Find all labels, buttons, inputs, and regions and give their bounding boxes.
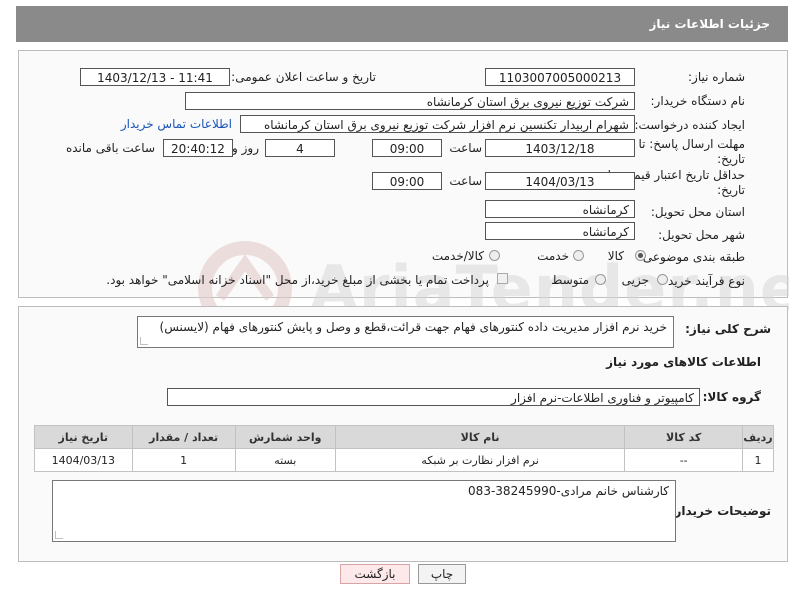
- category-option-goods: کالا: [607, 249, 624, 263]
- description-text: خرید نرم افزار مدیریت داده کنتورهای فهام…: [159, 320, 667, 334]
- buyer-notes-text: کارشناس خانم مرادی-38245990-083: [468, 484, 669, 498]
- province-field: کرمانشاه: [485, 200, 635, 218]
- table-row: 1 -- نرم افزار نظارت بر شبکه بسته 1 1404…: [34, 448, 774, 472]
- deadline-date-field: 1403/12/18: [485, 139, 635, 157]
- price-validity-time-label: ساعت: [449, 174, 482, 188]
- creator-label: ایجاد کننده درخواست:: [634, 118, 745, 132]
- print-button[interactable]: چاپ: [418, 564, 466, 584]
- goods-group-label: گروه کالا:: [702, 390, 761, 404]
- category-label: طبقه بندی موضوعی:: [638, 250, 745, 264]
- cell-code: --: [624, 448, 744, 472]
- goods-table-header: ردیف کد کالا نام کالا واحد شمارش تعداد /…: [34, 425, 774, 449]
- return-button[interactable]: بازگشت: [340, 564, 410, 584]
- process-label: نوع فرآیند خرید :: [660, 274, 745, 288]
- city-field: کرمانشاه: [485, 222, 635, 240]
- col-name: نام کالا: [334, 425, 626, 449]
- remaining-time-label: ساعت باقی مانده: [65, 141, 155, 155]
- announce-field: 1403/12/13 - 11:41: [80, 68, 230, 86]
- city-label: شهر محل تحویل:: [658, 228, 745, 242]
- treasury-payment-checkbox[interactable]: [497, 273, 508, 284]
- price-validity-time-field: 09:00: [372, 172, 442, 190]
- category-radio-service[interactable]: [573, 250, 584, 261]
- goods-table: ردیف کد کالا نام کالا واحد شمارش تعداد /…: [34, 425, 774, 472]
- cell-date: 1404/03/13: [34, 448, 133, 472]
- cell-unit: بسته: [234, 448, 336, 472]
- buyer-org-field: شرکت توزیع نیروی برق استان کرمانشاه: [185, 92, 635, 110]
- description-label: شرح کلی نیاز:: [685, 322, 771, 336]
- buyer-org-label: نام دستگاه خریدار:: [650, 94, 746, 108]
- col-row: ردیف: [742, 425, 774, 449]
- category-radio-goods[interactable]: [635, 250, 646, 261]
- col-unit: واحد شمارش: [234, 425, 336, 449]
- buyer-notes-textarea: کارشناس خانم مرادی-38245990-083: [52, 480, 676, 542]
- process-option-medium: متوسط: [551, 273, 589, 287]
- category-radio-goods-service[interactable]: [489, 250, 500, 261]
- days-label: روز و: [232, 141, 259, 155]
- process-radio-minor[interactable]: [657, 274, 668, 285]
- cell-qty: 1: [131, 448, 236, 472]
- process-option-minor: جزیی: [621, 273, 649, 287]
- description-textarea: خرید نرم افزار مدیریت داده کنتورهای فهام…: [137, 316, 674, 348]
- province-label: استان محل تحویل:: [650, 205, 745, 219]
- price-validity-date-field: 1404/03/13: [485, 172, 635, 190]
- days-remaining-field: 4: [265, 139, 335, 157]
- goods-group-field: کامپیوتر و فناوری اطلاعات-نرم افزار: [167, 388, 700, 406]
- cell-row: 1: [742, 448, 774, 472]
- buyer-contact-link[interactable]: اطلاعات تماس خریدار: [121, 117, 232, 131]
- deadline-time-field: 09:00: [372, 139, 442, 157]
- need-number-field: 1103007005000213: [485, 68, 635, 86]
- creator-field: شهرام اربیدار تکنسین نرم افزار شرکت توزی…: [240, 115, 635, 133]
- buyer-notes-label: توضیحات خریدار:: [669, 504, 771, 518]
- page-header: جزئیات اطلاعات نیاز: [16, 6, 788, 42]
- deadline-time-label: ساعت: [449, 141, 482, 155]
- cell-name: نرم افزار نظارت بر شبکه: [334, 448, 626, 472]
- remaining-time-field: 20:40:12: [163, 139, 233, 157]
- deadline-label-line1: مهلت ارسال پاسخ: تا: [638, 137, 745, 151]
- col-code: کد کالا: [624, 425, 744, 449]
- announce-label: تاریخ و ساعت اعلان عمومی:: [231, 70, 376, 84]
- process-radio-medium[interactable]: [595, 274, 606, 285]
- resize-grip-icon: [55, 531, 63, 539]
- price-validity-label-line2: تاریخ:: [717, 183, 745, 197]
- goods-section-title: اطلاعات کالاهای مورد نیاز: [606, 355, 761, 369]
- deadline-label-line2: تاریخ:: [717, 152, 745, 166]
- resize-grip-icon: [140, 337, 148, 345]
- category-option-service: خدمت: [537, 249, 569, 263]
- treasury-payment-note: پرداخت تمام یا بخشی از مبلغ خرید،از محل …: [106, 273, 489, 287]
- need-number-label: شماره نیاز:: [688, 70, 745, 84]
- col-qty: تعداد / مقدار: [131, 425, 236, 449]
- col-date: تاریخ نیاز: [34, 425, 133, 449]
- page-title: جزئیات اطلاعات نیاز: [649, 17, 770, 31]
- category-option-goods-service: کالا/خدمت: [431, 249, 484, 263]
